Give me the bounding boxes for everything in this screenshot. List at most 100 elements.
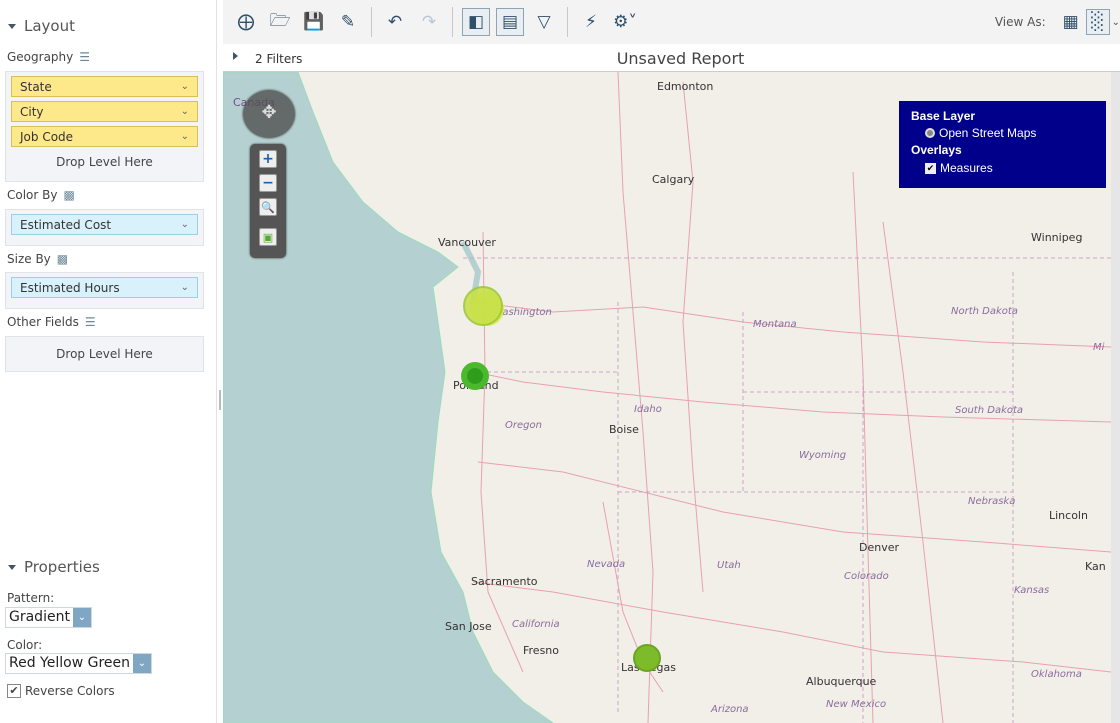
radio-icon[interactable] bbox=[925, 128, 935, 138]
reverse-colors-row[interactable]: ✔ Reverse Colors bbox=[7, 684, 115, 698]
view-chevron-icon[interactable]: ⌄ bbox=[1112, 17, 1120, 28]
color-by-well[interactable]: Estimated Cost ⌄ bbox=[5, 209, 204, 246]
base-layer-title: Base Layer bbox=[911, 109, 976, 123]
geo-field-job-code[interactable]: Job Code ⌄ bbox=[11, 126, 198, 147]
city-label: Vancouver bbox=[438, 236, 496, 249]
size-by-text: Size By bbox=[7, 252, 51, 266]
size-by-well[interactable]: Estimated Hours ⌄ bbox=[5, 272, 204, 309]
field-label: Estimated Hours bbox=[20, 280, 120, 295]
layout-panel-icon[interactable]: ◧ bbox=[462, 8, 490, 36]
table-layout-icon[interactable]: ▤ bbox=[496, 8, 524, 36]
save-as-icon[interactable]: ✎ bbox=[334, 8, 362, 36]
splitter-handle[interactable] bbox=[219, 390, 221, 410]
view-chart-icon[interactable]: ░ bbox=[1085, 9, 1110, 35]
other-fields-well[interactable]: Drop Level Here bbox=[5, 336, 204, 372]
measure-icon: ▩ bbox=[63, 188, 75, 202]
chevron-down-icon[interactable]: ⌄ bbox=[181, 106, 189, 117]
color-label: Color: bbox=[7, 638, 43, 652]
field-label: City bbox=[20, 104, 44, 119]
size-by-field[interactable]: Estimated Hours ⌄ bbox=[11, 277, 198, 298]
zoom-out-button[interactable]: − bbox=[259, 174, 277, 192]
select-area-icon[interactable]: ▣ bbox=[259, 228, 277, 246]
size-by-label: Size By ▩ bbox=[7, 252, 68, 266]
chevron-down-icon[interactable]: ⌄ bbox=[133, 654, 151, 673]
overlay-option[interactable]: ✔ Measures bbox=[911, 161, 1094, 175]
chevron-down-icon[interactable]: ⌄ bbox=[181, 131, 189, 142]
color-by-label: Color By ▩ bbox=[7, 188, 75, 202]
geo-field-city[interactable]: City ⌄ bbox=[11, 101, 198, 122]
color-by-text: Color By bbox=[7, 188, 58, 202]
map-marker[interactable] bbox=[463, 286, 503, 326]
city-label: Edmonton bbox=[657, 80, 714, 93]
chevron-down-icon[interactable]: ⌄ bbox=[181, 219, 189, 230]
state-label: New Mexico bbox=[826, 699, 887, 710]
collapse-icon bbox=[8, 564, 16, 570]
geography-well[interactable]: State ⌄ City ⌄ Job Code ⌄ Drop Level Here bbox=[5, 71, 204, 182]
state-label: South Dakota bbox=[955, 405, 1024, 416]
view-as-label: View As: bbox=[994, 15, 1046, 29]
base-layer-label: Open Street Maps bbox=[939, 126, 1037, 140]
layers-icon: ☰ bbox=[84, 315, 96, 329]
drop-level-zone[interactable]: Drop Level Here bbox=[56, 347, 153, 361]
reverse-colors-checkbox[interactable]: ✔ bbox=[7, 684, 21, 698]
filter-icon[interactable]: ▽ bbox=[530, 8, 558, 36]
overlay-label: Measures bbox=[940, 161, 993, 175]
layout-heading: Layout bbox=[24, 17, 75, 35]
reverse-colors-label: Reverse Colors bbox=[25, 684, 115, 698]
settings-icon[interactable]: ⚙˅ bbox=[611, 8, 639, 36]
chevron-down-icon[interactable]: ⌄ bbox=[181, 282, 189, 293]
toolbar: ⨁ 🗁 💾 ✎ ↶ ↷ ◧ ▤ ▽ ⚡ ⚙˅ View As: ▦ ░ ⌄ bbox=[223, 0, 1120, 44]
save-icon[interactable]: 💾 bbox=[300, 8, 328, 36]
map-view[interactable]: Canada Edmonton Calgary Vancouver Winnip… bbox=[223, 72, 1111, 723]
redo-icon[interactable]: ↷ bbox=[415, 8, 443, 36]
state-label: Nebraska bbox=[968, 496, 1016, 507]
left-panel: Layout Geography ☰ State ⌄ City ⌄ Job Code ⌄… bbox=[0, 0, 217, 723]
city-label: Fresno bbox=[523, 644, 560, 657]
chevron-down-icon[interactable]: ⌄ bbox=[181, 81, 189, 92]
open-folder-icon[interactable]: 🗁 bbox=[266, 8, 294, 36]
color-by-field[interactable]: Estimated Cost ⌄ bbox=[11, 214, 198, 235]
state-label: Oregon bbox=[505, 420, 542, 431]
city-label: Winnipeg bbox=[1031, 231, 1083, 244]
measure-icon: ▩ bbox=[56, 252, 69, 266]
map-marker[interactable] bbox=[461, 362, 489, 390]
base-layer-option[interactable]: Open Street Maps bbox=[911, 126, 1094, 140]
color-select[interactable]: Red Yellow Green ⌄ bbox=[5, 653, 152, 674]
geography-label: Geography ☰ bbox=[7, 50, 90, 64]
pattern-label: Pattern: bbox=[7, 591, 55, 605]
undo-icon[interactable]: ↶ bbox=[381, 8, 409, 36]
overlays-title: Overlays bbox=[911, 143, 962, 157]
layer-switcher: Base Layer Open Street Maps Overlays ✔ Me… bbox=[899, 101, 1106, 188]
city-label: Kan bbox=[1085, 560, 1106, 573]
refresh-data-icon[interactable]: ⚡ bbox=[577, 8, 605, 36]
layout-section-toggle[interactable]: Layout bbox=[8, 17, 75, 35]
properties-section-toggle[interactable]: Properties bbox=[8, 558, 100, 576]
state-label: Nevada bbox=[587, 559, 626, 570]
state-label: California bbox=[512, 619, 560, 630]
pattern-value: Gradient bbox=[6, 608, 73, 627]
collapse-icon bbox=[8, 23, 16, 29]
view-table-icon[interactable]: ▦ bbox=[1060, 8, 1082, 36]
state-label: Arizona bbox=[711, 704, 749, 715]
state-label: Idaho bbox=[634, 404, 662, 415]
pan-control[interactable]: ✥ bbox=[243, 90, 295, 138]
new-report-icon[interactable]: ⨁ bbox=[232, 8, 260, 36]
drop-level-zone[interactable]: Drop Level Here bbox=[6, 155, 203, 169]
field-label: Estimated Cost bbox=[20, 217, 112, 232]
geo-field-state[interactable]: State ⌄ bbox=[11, 76, 198, 97]
state-label: Mi bbox=[1093, 342, 1105, 353]
map-marker[interactable] bbox=[633, 644, 661, 672]
pattern-select[interactable]: Gradient ⌄ bbox=[5, 607, 92, 628]
state-label: Montana bbox=[753, 319, 797, 330]
map-scrollbar[interactable] bbox=[1111, 72, 1120, 723]
chevron-down-icon[interactable]: ⌄ bbox=[72, 608, 91, 627]
overlay-checkbox[interactable]: ✔ bbox=[925, 162, 936, 174]
zoom-in-button[interactable]: + bbox=[259, 150, 277, 168]
city-label: Boise bbox=[609, 423, 639, 436]
zoom-box-icon[interactable]: 🔍 bbox=[259, 198, 277, 216]
field-label: Job Code bbox=[20, 129, 74, 144]
city-label: San Jose bbox=[445, 620, 492, 633]
layers-icon: ☰ bbox=[79, 50, 91, 64]
city-label: Sacramento bbox=[471, 575, 538, 588]
state-label: Utah bbox=[717, 560, 741, 571]
